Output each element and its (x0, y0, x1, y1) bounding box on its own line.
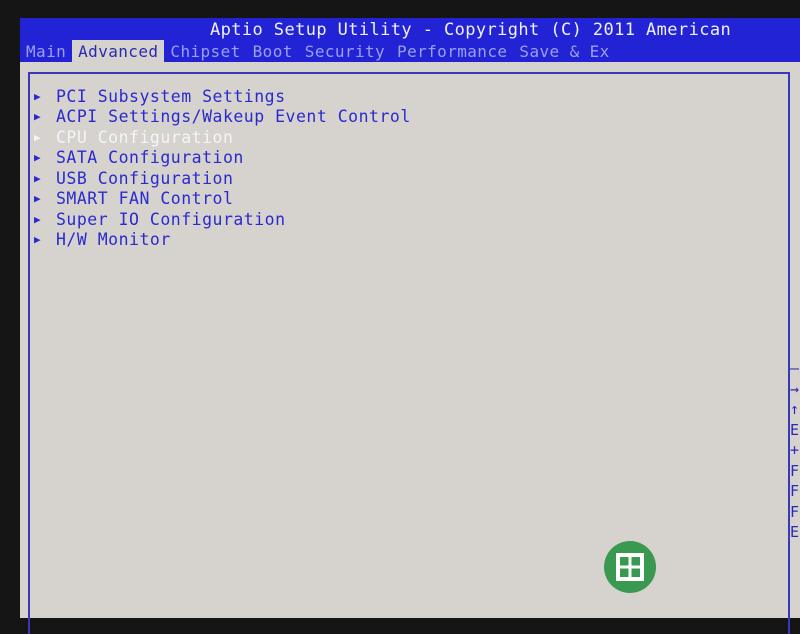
key-hint: – (790, 359, 800, 377)
menu-item-label: USB Configuration (56, 168, 234, 188)
key-hint: E (790, 420, 800, 439)
menu-item[interactable]: ▶ SMART FAN Control (34, 189, 411, 210)
key-hint: + (790, 441, 800, 459)
tab-performance[interactable]: Performance (391, 40, 513, 62)
key-hint: F (790, 461, 800, 480)
tab-boot[interactable]: Boot (247, 40, 299, 62)
triangle-right-icon: ▶ (34, 212, 42, 226)
triangle-right-icon: ▶ (34, 171, 42, 185)
tab-bar: Main Advanced Chipset Boot Security Performan… (20, 40, 616, 62)
key-hint: F (790, 502, 800, 521)
triangle-right-icon: ▶ (34, 89, 42, 103)
menu-item-label: H/W Monitor (56, 230, 171, 250)
key-legend: – → ↑ E + F F F E (790, 358, 799, 543)
bios-screen: Aptio Setup Utility - Copyright (C) 2011… (20, 18, 800, 634)
menu-item[interactable]: ▶ ACPI Settings/Wakeup Event Control (34, 107, 411, 128)
menu-item[interactable]: ▶ CPU Configuration (34, 127, 411, 148)
key-hint: → (790, 379, 800, 398)
menu-item-label: PCI Subsystem Settings (56, 86, 286, 106)
menu-item-label: Super IO Configuration (56, 209, 286, 229)
menu-item[interactable]: ▶ H/W Monitor (34, 230, 411, 251)
menu-item[interactable]: ▶ Super IO Configuration (34, 209, 411, 230)
menu-item[interactable]: ▶ USB Configuration (34, 168, 411, 189)
triangle-right-icon: ▶ (34, 192, 42, 206)
triangle-right-icon: ▶ (34, 110, 42, 124)
tab-chipset[interactable]: Chipset (164, 40, 246, 62)
tab-security[interactable]: Security (299, 40, 391, 62)
menu-item-label: SMART FAN Control (56, 189, 234, 209)
watermark-logo (604, 541, 656, 593)
menu-item[interactable]: ▶ SATA Configuration (34, 148, 411, 169)
tab-main[interactable]: Main (20, 40, 72, 62)
menu-list: ▶ PCI Subsystem Settings ▶ ACPI Settings/Wa… (34, 86, 411, 250)
tab-save-ex[interactable]: Save & Ex (513, 40, 615, 62)
header-bar: Aptio Setup Utility - Copyright (C) 2011… (20, 18, 800, 62)
triangle-right-icon: ▶ (34, 151, 42, 165)
tab-advanced[interactable]: Advanced (72, 40, 165, 62)
menu-item-label: CPU Configuration (56, 127, 234, 147)
menu-item-label: SATA Configuration (56, 148, 244, 168)
menu-item[interactable]: ▶ PCI Subsystem Settings (34, 86, 411, 107)
triangle-right-icon: ▶ (34, 130, 42, 144)
triangle-right-icon: ▶ (34, 233, 42, 247)
menu-item-label: ACPI Settings/Wakeup Event Control (56, 107, 411, 127)
utility-title: Aptio Setup Utility - Copyright (C) 2011… (210, 20, 732, 40)
key-hint: ↑ (790, 400, 800, 418)
key-hint: F (790, 482, 800, 500)
